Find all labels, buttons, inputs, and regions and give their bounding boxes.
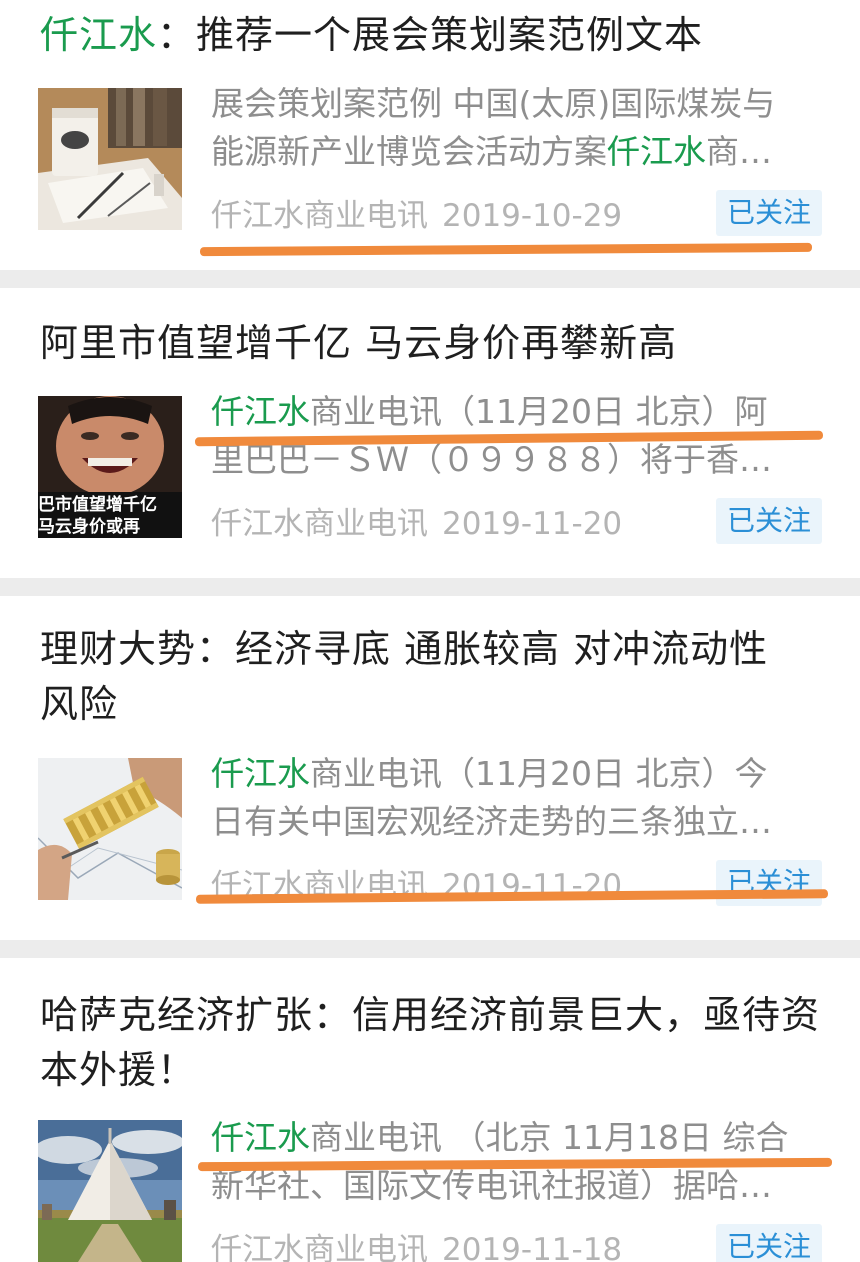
article-title[interactable]: 阿里市值望增千亿 马云身价再攀新高: [40, 316, 830, 371]
publish-date: 2019-11-18: [442, 1232, 623, 1262]
excerpt-line-1: 仟江水商业电讯 （北京 11月18日 综合: [211, 1114, 821, 1162]
excerpt-text: 商业电讯（11月20日 北京）今: [310, 754, 768, 793]
coffee-notebook-image: [38, 88, 182, 230]
thumbnail-caption: 巴市值望增千亿: [38, 494, 157, 515]
title-text: ：推荐一个展会策划案范例文本: [157, 13, 704, 57]
article-thumbnail[interactable]: [38, 1120, 182, 1262]
astana-tent-image: [38, 1120, 182, 1262]
follow-status-button[interactable]: 已关注: [716, 1224, 822, 1262]
article-meta: 仟江水商业电讯 2019-11-18: [211, 1224, 622, 1262]
excerpt-line-1: 展会策划案范例 中国(太原)国际煤炭与: [211, 84, 776, 123]
source-name[interactable]: 仟江水商业电讯: [211, 198, 428, 234]
excerpt-source-highlight: 仟江水: [211, 754, 310, 793]
article-title[interactable]: 仟江水：推荐一个展会策划案范例文本: [40, 8, 830, 63]
article-title[interactable]: 理财大势：经济寻底 通胀较高 对冲流动性风险: [40, 622, 800, 732]
title-source-highlight: 仟江水: [40, 13, 158, 57]
article-meta: 仟江水商业电讯 2019-11-20: [211, 498, 622, 543]
article-card-2[interactable]: 阿里市值望增千亿 马云身价再攀新高 巴市值望增千亿 马云身价或再 仟江水商业电讯…: [0, 288, 860, 578]
follow-status-button[interactable]: 已关注: [716, 498, 822, 544]
person-laughing-image: 巴市值望增千亿 马云身价或再: [38, 396, 182, 538]
source-name[interactable]: 仟江水商业电讯: [211, 506, 428, 542]
article-meta: 仟江水商业电讯 2019-10-29: [211, 190, 622, 235]
article-thumbnail[interactable]: [38, 88, 182, 230]
article-thumbnail[interactable]: 巴市值望增千亿 马云身价或再: [38, 396, 182, 538]
source-name[interactable]: 仟江水商业电讯: [211, 1232, 428, 1262]
excerpt-line-2: 能源新产业博览会活动方案仟江水商…: [211, 128, 821, 176]
follow-status-button[interactable]: 已关注: [716, 190, 822, 236]
article-card-4[interactable]: 哈萨克经济扩张：信用经济前景巨大，亟待资本外援！ 仟江水商业电讯 （北京 11月…: [0, 958, 860, 1262]
excerpt-text: 商业电讯 （北京 11月18日 综合: [310, 1118, 789, 1157]
excerpt-text: 能源新产业博览会活动方案: [211, 132, 607, 171]
excerpt-text: 商…: [706, 132, 772, 171]
publish-date: 2019-10-29: [442, 198, 623, 234]
article-card-1[interactable]: 仟江水：推荐一个展会策划案范例文本 展会策划案范例 中国(太原)国际煤炭与 能源…: [0, 0, 860, 270]
excerpt-source-highlight: 仟江水: [211, 1118, 310, 1157]
article-thumbnail[interactable]: [38, 758, 182, 900]
excerpt-line-2: 日有关中国宏观经济走势的三条独立…: [211, 802, 772, 841]
publish-date: 2019-11-20: [442, 506, 623, 542]
excerpt-source-highlight: 仟江水: [211, 392, 310, 431]
excerpt-source-highlight: 仟江水: [607, 132, 706, 171]
thumbnail-caption: 马云身价或再: [38, 516, 140, 537]
article-title[interactable]: 哈萨克经济扩张：信用经济前景巨大，亟待资本外援！: [40, 988, 820, 1098]
article-excerpt: 仟江水商业电讯（11月20日 北京）今 日有关中国宏观经济走势的三条独立…: [211, 750, 821, 846]
article-excerpt: 展会策划案范例 中国(太原)国际煤炭与 能源新产业博览会活动方案仟江水商…: [211, 80, 821, 176]
excerpt-line-1: 仟江水商业电讯（11月20日 北京）阿: [211, 388, 821, 436]
orange-underline-annotation: [199, 242, 813, 257]
article-card-3[interactable]: 理财大势：经济寻底 通胀较高 对冲流动性风险 仟江水商业电讯（11月20日 北京…: [0, 596, 860, 940]
abacus-coins-image: [38, 758, 182, 900]
excerpt-line-1: 仟江水商业电讯（11月20日 北京）今: [211, 750, 821, 798]
excerpt-text: 商业电讯（11月20日 北京）阿: [310, 392, 768, 431]
follow-status-button[interactable]: 已关注: [716, 860, 822, 906]
